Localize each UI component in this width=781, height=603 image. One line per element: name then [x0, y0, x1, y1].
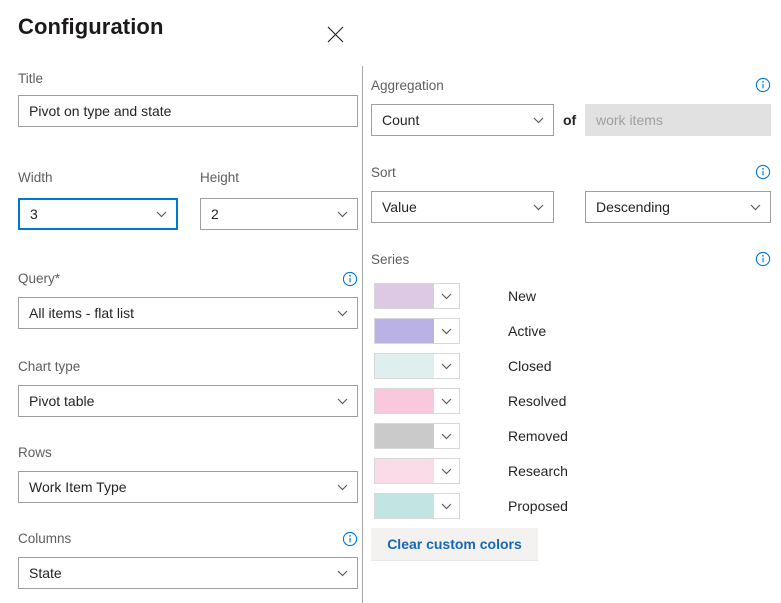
rows-field-label: Rows — [18, 445, 52, 460]
series-label: Proposed — [508, 498, 568, 514]
rows-dropdown[interactable]: Work Item Type — [18, 471, 358, 503]
chevron-down-icon — [533, 115, 544, 126]
width-dropdown[interactable]: 3 — [18, 198, 178, 230]
chevron-down-icon — [337, 308, 348, 319]
chevron-down-icon[interactable] — [434, 389, 459, 413]
chart-type-field-label: Chart type — [18, 359, 81, 374]
aggregation-target-field: work items — [585, 104, 771, 136]
query-dropdown-value: All items - flat list — [29, 305, 135, 321]
height-field-label: Height — [200, 170, 240, 185]
series-color-picker[interactable] — [374, 493, 460, 519]
chevron-down-icon[interactable] — [434, 284, 459, 308]
title-field-label: Title — [18, 71, 44, 86]
chart-type-dropdown-value: Pivot table — [29, 393, 95, 409]
query-dropdown[interactable]: All items - flat list — [18, 297, 358, 329]
clear-custom-colors-button[interactable]: Clear custom colors — [371, 528, 538, 561]
chevron-down-icon — [156, 209, 167, 220]
series-label: Resolved — [508, 393, 567, 409]
chevron-down-icon[interactable] — [434, 319, 459, 343]
info-icon[interactable] — [342, 531, 358, 547]
chevron-down-icon — [533, 202, 544, 213]
sort-field-label: Sort — [371, 165, 396, 180]
series-color-picker[interactable] — [374, 458, 460, 484]
series-color-swatch[interactable] — [375, 354, 434, 378]
info-icon[interactable] — [755, 251, 771, 267]
query-field-label: Query* — [18, 271, 61, 286]
series-color-picker[interactable] — [374, 283, 460, 309]
chevron-down-icon[interactable] — [434, 494, 459, 518]
series-color-swatch[interactable] — [375, 494, 434, 518]
chevron-down-icon[interactable] — [434, 459, 459, 483]
left-settings-column: Title Pivot on type and state Width 3 He… — [0, 0, 362, 603]
series-color-swatch[interactable] — [375, 389, 434, 413]
series-label: New — [508, 288, 537, 304]
info-icon[interactable] — [755, 77, 771, 93]
sort-direction-dropdown[interactable]: Descending — [585, 191, 771, 223]
columns-field-label: Columns — [18, 531, 72, 546]
aggregation-of-text: of — [563, 112, 577, 128]
sort-by-dropdown[interactable]: Value — [371, 191, 554, 223]
height-dropdown[interactable]: 2 — [200, 198, 358, 230]
series-color-swatch[interactable] — [375, 284, 434, 308]
sort-direction-dropdown-value: Descending — [596, 199, 670, 215]
series-color-picker[interactable] — [374, 388, 460, 414]
series-color-picker[interactable] — [374, 318, 460, 344]
aggregation-target-placeholder: work items — [596, 112, 663, 128]
aggregation-dropdown-value: Count — [382, 112, 420, 128]
chevron-down-icon — [337, 482, 348, 493]
series-color-picker[interactable] — [374, 423, 460, 449]
sort-by-dropdown-value: Value — [382, 199, 417, 215]
series-label: Removed — [508, 428, 568, 444]
width-dropdown-value: 3 — [30, 206, 38, 222]
series-color-swatch[interactable] — [375, 459, 434, 483]
height-dropdown-value: 2 — [211, 206, 219, 222]
title-input[interactable]: Pivot on type and state — [18, 95, 358, 127]
aggregation-field-label: Aggregation — [371, 78, 444, 93]
series-label: Closed — [508, 358, 552, 374]
info-icon[interactable] — [342, 271, 358, 287]
columns-dropdown[interactable]: State — [18, 557, 358, 589]
rows-dropdown-value: Work Item Type — [29, 479, 127, 495]
series-color-swatch[interactable] — [375, 319, 434, 343]
series-field-label: Series — [371, 252, 410, 267]
series-label: Active — [508, 323, 547, 339]
series-color-swatch[interactable] — [375, 424, 434, 448]
chevron-down-icon — [337, 209, 348, 220]
chart-type-dropdown[interactable]: Pivot table — [18, 385, 358, 417]
chevron-down-icon[interactable] — [434, 424, 459, 448]
info-icon[interactable] — [755, 164, 771, 180]
chevron-down-icon — [337, 568, 348, 579]
series-label: Research — [508, 463, 568, 479]
width-field-label: Width — [18, 170, 53, 185]
aggregation-dropdown[interactable]: Count — [371, 104, 554, 136]
chevron-down-icon[interactable] — [434, 354, 459, 378]
chevron-down-icon — [750, 202, 761, 213]
columns-dropdown-value: State — [29, 565, 62, 581]
series-color-picker[interactable] — [374, 353, 460, 379]
chevron-down-icon — [337, 396, 348, 407]
